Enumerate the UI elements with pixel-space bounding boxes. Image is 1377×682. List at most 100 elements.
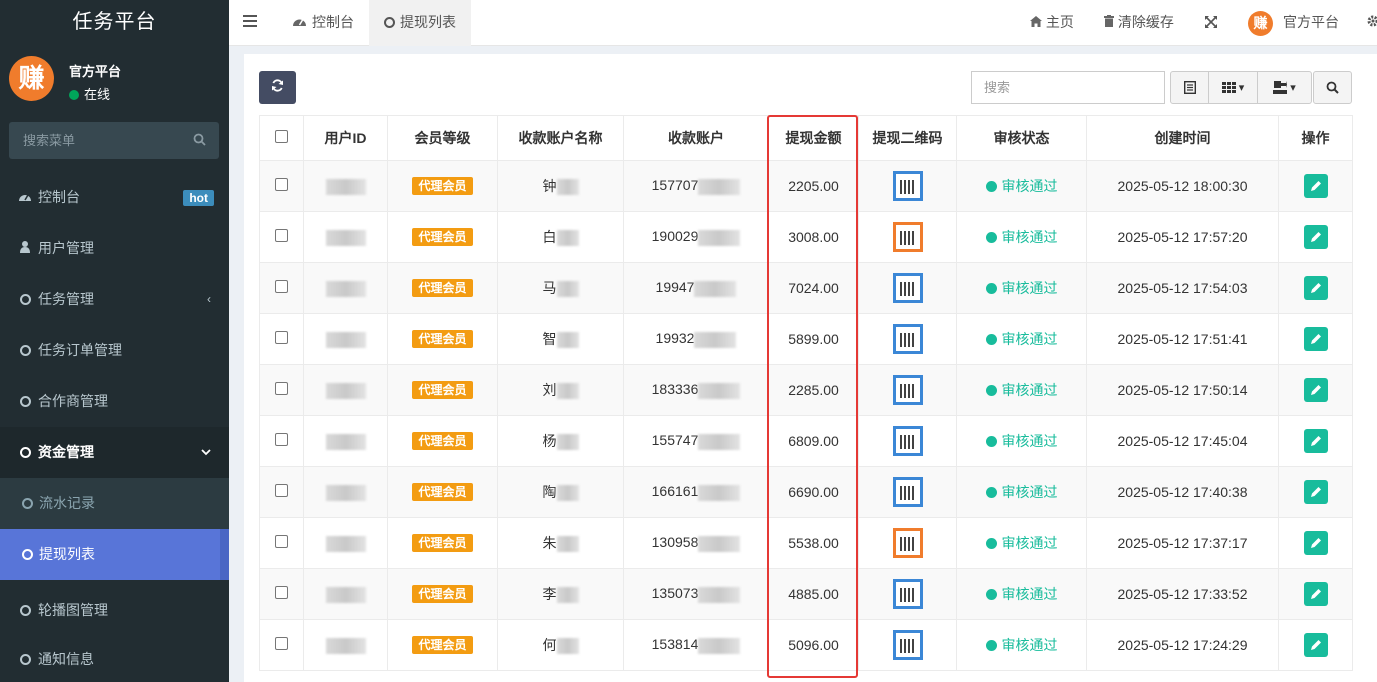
- table-row[interactable]: 代理会员 白 190029 3008.00 审核通过 2025-05-12 17…: [259, 211, 1353, 263]
- column-header[interactable]: 提现金额: [768, 115, 859, 161]
- edit-button[interactable]: [1303, 378, 1328, 402]
- status-dot-icon: [985, 589, 997, 600]
- table-header-row: 用户ID 会员等级 收款账户名称 收款账户 提现金额 提现二维码 审核状态 创建…: [259, 115, 1353, 161]
- tab-withdrawals[interactable]: 提现列表: [369, 0, 471, 46]
- account-number: 155747: [651, 432, 699, 449]
- qr-cell: [858, 262, 957, 314]
- sidebar-item-banners[interactable]: 轮播图管理: [0, 580, 229, 634]
- qr-code-thumbnail[interactable]: [892, 426, 923, 456]
- column-header[interactable]: 提现二维码: [858, 115, 957, 161]
- row-checkbox[interactable]: [275, 484, 288, 497]
- column-header: 操作: [1278, 115, 1353, 161]
- qr-code-thumbnail[interactable]: [892, 222, 923, 252]
- edit-button[interactable]: [1303, 531, 1328, 555]
- qr-code-thumbnail[interactable]: [892, 324, 923, 354]
- row-select-cell: [259, 364, 304, 416]
- table-row[interactable]: 代理会员 何 153814 5096.00 审核通过 2025-05-12 17…: [259, 619, 1353, 671]
- row-select-cell: [259, 160, 304, 212]
- select-all-checkbox[interactable]: [275, 130, 288, 143]
- status-badge: 审核通过: [985, 535, 1058, 551]
- qr-code-thumbnail[interactable]: [892, 375, 923, 405]
- table-row[interactable]: 代理会员 李 135073 4885.00 审核通过 2025-05-12 17…: [259, 568, 1353, 620]
- column-header[interactable]: 审核状态: [956, 115, 1087, 161]
- sidebar-item-label: 任务订单管理: [38, 342, 122, 358]
- row-select-cell: [259, 568, 304, 620]
- column-header[interactable]: 会员等级: [387, 115, 498, 161]
- row-checkbox[interactable]: [275, 586, 288, 599]
- account-number: 157707: [651, 177, 699, 194]
- clear-cache-link[interactable]: 清除缓存: [1104, 0, 1174, 46]
- qr-code-thumbnail[interactable]: [892, 477, 923, 507]
- sidebar-item-partners[interactable]: 合作商管理: [0, 376, 229, 427]
- table-row[interactable]: 代理会员 智 19932 5899.00 审核通过 2025-05-12 17:…: [259, 313, 1353, 365]
- column-header[interactable]: 用户ID: [303, 115, 388, 161]
- status-cell: 审核通过: [956, 619, 1087, 671]
- search-button[interactable]: [1313, 71, 1352, 104]
- menu-toggle-icon[interactable]: [243, 14, 257, 32]
- menu-search-input[interactable]: [9, 122, 179, 159]
- column-header[interactable]: 收款账户: [623, 115, 769, 161]
- status-dot-icon: [985, 640, 997, 651]
- status-label: 审核通过: [1001, 178, 1058, 194]
- table-row[interactable]: 代理会员 刘 183336 2285.00 审核通过 2025-05-12 17…: [259, 364, 1353, 416]
- column-header[interactable]: 收款账户名称: [497, 115, 624, 161]
- search-input[interactable]: [971, 71, 1165, 104]
- sidebar-item-users[interactable]: 用户管理: [0, 223, 229, 274]
- sidebar-item-dashboard[interactable]: 控制台 hot: [0, 172, 229, 223]
- edit-button[interactable]: [1303, 276, 1328, 300]
- sidebar-item-task-orders[interactable]: 任务订单管理: [0, 325, 229, 376]
- qr-code-thumbnail[interactable]: [892, 579, 923, 609]
- table-row[interactable]: 代理会员 陶 166161 6690.00 审核通过 2025-05-12 17…: [259, 466, 1353, 518]
- actions-cell: [1278, 466, 1353, 518]
- row-select-cell: [259, 211, 304, 263]
- sidebar-item-withdrawals[interactable]: 提现列表: [0, 529, 229, 580]
- sidebar-item-transactions[interactable]: 流水记录: [0, 478, 229, 529]
- sidebar-item-finance[interactable]: 资金管理: [0, 427, 229, 478]
- edit-button[interactable]: [1303, 174, 1328, 198]
- row-checkbox[interactable]: [275, 637, 288, 650]
- row-checkbox[interactable]: [275, 229, 288, 242]
- qr-code-thumbnail[interactable]: [892, 630, 923, 660]
- table-row[interactable]: 代理会员 钟 157707 2205.00 审核通过 2025-05-12 18…: [259, 160, 1353, 212]
- toggle-view-button[interactable]: [1170, 71, 1209, 104]
- table-row[interactable]: 代理会员 马 19947 7024.00 审核通过 2025-05-12 17:…: [259, 262, 1353, 314]
- qr-code-thumbnail[interactable]: [892, 273, 923, 303]
- row-checkbox[interactable]: [275, 280, 288, 293]
- row-checkbox[interactable]: [275, 178, 288, 191]
- account-cell: 19932: [623, 313, 769, 365]
- table-row[interactable]: 代理会员 朱 130958 5538.00 审核通过 2025-05-12 17…: [259, 517, 1353, 569]
- chevron-left-icon: ‹: [207, 292, 211, 306]
- qr-code-thumbnail[interactable]: [892, 528, 923, 558]
- table-row[interactable]: 代理会员 杨 155747 6809.00 审核通过 2025-05-12 17…: [259, 415, 1353, 467]
- qr-cell: [858, 364, 957, 416]
- home-link[interactable]: 主页: [1030, 0, 1074, 46]
- account-menu[interactable]: 赚官方平台: [1248, 0, 1339, 46]
- sidebar-item-tasks[interactable]: 任务管理 ‹: [0, 274, 229, 325]
- edit-button[interactable]: [1303, 582, 1328, 606]
- hot-badge: hot: [183, 190, 214, 206]
- level-cell: 代理会员: [387, 313, 498, 365]
- fullscreen-icon[interactable]: [1205, 0, 1217, 46]
- edit-button[interactable]: [1303, 480, 1328, 504]
- edit-button[interactable]: [1303, 633, 1328, 657]
- edit-button[interactable]: [1303, 327, 1328, 351]
- row-checkbox[interactable]: [275, 535, 288, 548]
- row-checkbox[interactable]: [275, 331, 288, 344]
- tab-dashboard[interactable]: 控制台: [277, 0, 369, 46]
- edit-button[interactable]: [1303, 429, 1328, 453]
- refresh-button[interactable]: [259, 71, 296, 104]
- sidebar-item-notices[interactable]: 通知信息: [0, 634, 229, 682]
- row-checkbox[interactable]: [275, 433, 288, 446]
- status-label: 审核通过: [1001, 382, 1058, 398]
- edit-button[interactable]: [1303, 225, 1328, 249]
- app-brand[interactable]: 任务平台: [0, 0, 229, 44]
- settings-icon[interactable]: [1367, 0, 1377, 46]
- actions-cell: [1278, 160, 1353, 212]
- qr-code-thumbnail[interactable]: [892, 171, 923, 201]
- export-button[interactable]: ▾: [1257, 71, 1312, 104]
- column-header[interactable]: 创建时间: [1086, 115, 1279, 161]
- columns-button[interactable]: ▾: [1208, 71, 1258, 104]
- redacted-name: [556, 179, 579, 196]
- search-icon[interactable]: [193, 133, 206, 149]
- row-checkbox[interactable]: [275, 382, 288, 395]
